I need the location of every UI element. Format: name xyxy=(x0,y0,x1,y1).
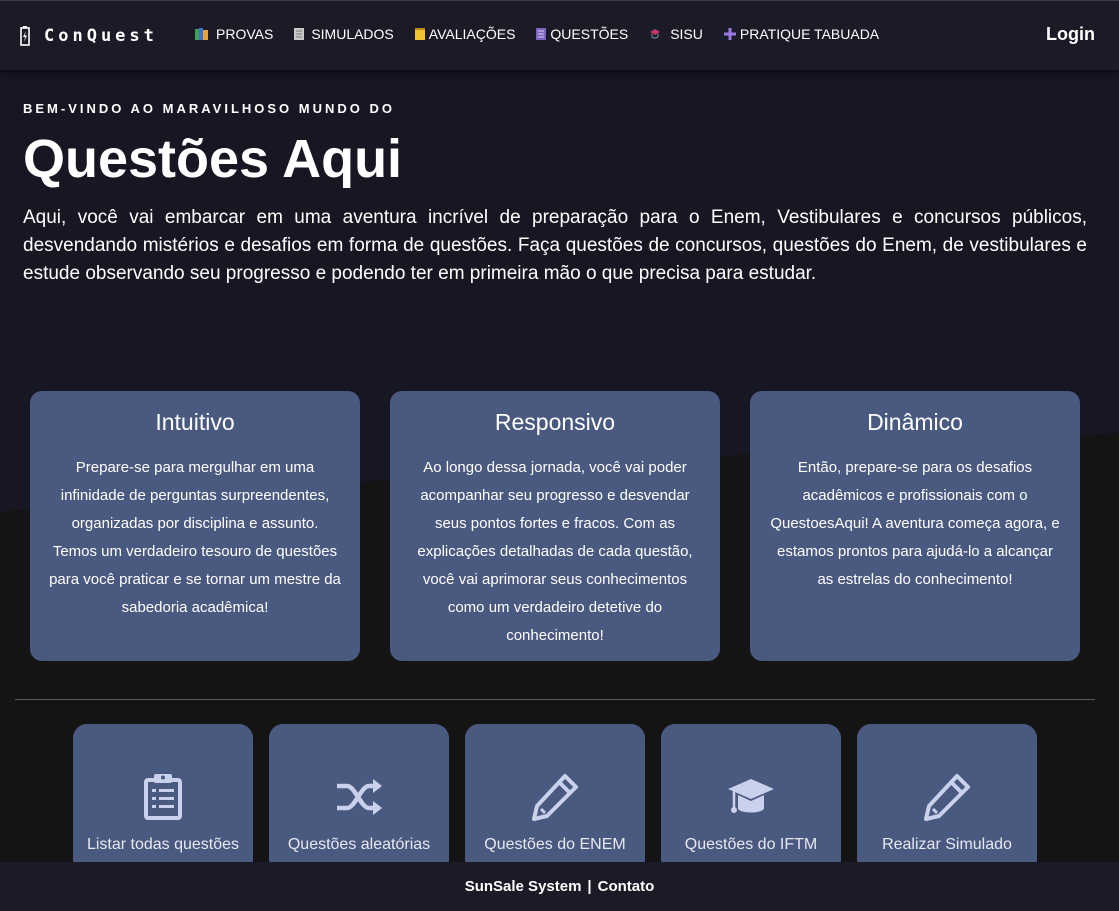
nav-label-avaliacoes: AVALIAÇÕES xyxy=(428,26,516,42)
feature-card-dinamico: Dinâmico Então, prepare-se para os desaf… xyxy=(750,391,1080,661)
feature-card-title: Dinâmico xyxy=(867,409,963,435)
tile-questoes-enem[interactable]: Questões do ENEM xyxy=(465,724,645,874)
brand-name: ConQuest xyxy=(44,26,158,46)
books-icon xyxy=(195,28,208,40)
nav-item-simulados[interactable]: SIMULADOS xyxy=(293,26,394,42)
feature-card-responsivo: Responsivo Ao longo dessa jornada, você … xyxy=(390,391,720,661)
tile-label: Listar todas questões xyxy=(86,836,240,853)
footer: SunSale System | Contato xyxy=(0,862,1119,911)
clipboard-icon xyxy=(144,774,182,820)
nav-label-questoes: QUESTÕES xyxy=(550,26,629,42)
feature-card-title: Responsivo xyxy=(494,409,616,435)
nav-item-avaliacoes[interactable]: AVALIAÇÕES xyxy=(414,26,516,42)
nav-links: PROVAS SIMULADOS AVALIAÇÕES QUESTÕES SIS… xyxy=(194,26,899,42)
hero-eyebrow: BEM-VINDO AO MARAVILHOSO MUNDO DO xyxy=(23,101,395,116)
nav-label-sisu: SISU xyxy=(670,26,703,42)
footer-contact-link[interactable]: Contato xyxy=(598,878,655,895)
nav-item-pratique-tabuada[interactable]: PRATIQUE TABUADA xyxy=(723,26,879,42)
notebook-icon xyxy=(294,28,305,40)
pencil-icon xyxy=(924,774,970,821)
hero-title: Questões Aqui xyxy=(23,129,403,189)
tile-questoes-iftm[interactable]: Questões do IFTM xyxy=(661,724,841,874)
brand[interactable]: ConQuest xyxy=(20,25,158,47)
hero-description: Aqui, você vai embarcar em uma aventura … xyxy=(23,207,1087,284)
feature-card-title: Intuitivo xyxy=(155,409,235,435)
document-icon xyxy=(536,28,547,40)
tile-label: Questões do IFTM xyxy=(684,836,818,853)
feature-card-text: Prepare-se para mergulhar em uma infinid… xyxy=(49,459,341,616)
nav-label-pratique-tabuada: PRATIQUE TABUADA xyxy=(739,26,880,42)
feature-card-text: Ao longo dessa jornada, você vai poder a… xyxy=(417,459,693,644)
tile-questoes-aleatorias[interactable]: Questões aleatórias xyxy=(269,724,449,874)
battery-logo-icon xyxy=(20,26,30,46)
tile-label: Questões aleatórias xyxy=(287,836,431,853)
tile-listar-questoes[interactable]: Listar todas questões xyxy=(73,724,253,874)
nav-item-sisu[interactable]: SISU xyxy=(648,26,703,42)
nav-label-provas: PROVAS xyxy=(216,26,274,42)
notepad-icon xyxy=(414,28,425,40)
plus-icon xyxy=(723,28,736,40)
tile-label: Realizar Simulado xyxy=(882,836,1012,853)
hero: BEM-VINDO AO MARAVILHOSO MUNDO DO Questõ… xyxy=(23,101,1087,288)
login-button[interactable]: Login xyxy=(1046,24,1095,45)
nav-label-simulados: SIMULADOS xyxy=(311,26,394,42)
page: ConQuest PROVAS SIMULADOS AVALIAÇÕES QUE… xyxy=(0,0,1119,911)
tile-realizar-simulado[interactable]: Realizar Simulado xyxy=(857,724,1037,874)
feature-card-text: Então, prepare-se para os desafios acadê… xyxy=(770,459,1060,588)
nav-item-provas[interactable]: PROVAS xyxy=(194,26,273,42)
footer-company-link[interactable]: SunSale System xyxy=(465,878,582,895)
graduation-icon xyxy=(650,29,661,39)
tile-label: Questões do ENEM xyxy=(484,836,626,853)
graduation-cap-icon xyxy=(728,779,774,813)
navbar: ConQuest PROVAS SIMULADOS AVALIAÇÕES QUE… xyxy=(0,0,1119,70)
footer-separator: | xyxy=(587,878,592,895)
feature-card-intuitivo: Intuitivo Prepare-se para mergulhar em u… xyxy=(30,391,360,661)
pencil-icon xyxy=(532,774,578,821)
shuffle-icon xyxy=(337,779,382,815)
section-divider xyxy=(15,699,1095,700)
nav-item-questoes[interactable]: QUESTÕES xyxy=(535,26,628,42)
